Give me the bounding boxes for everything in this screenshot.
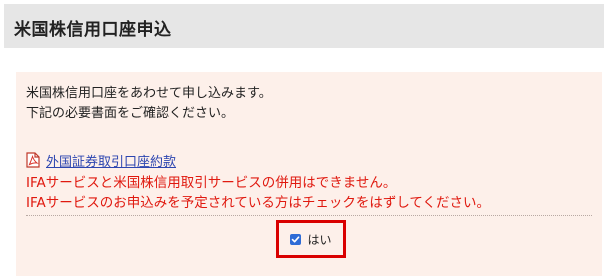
confirm-highlight-box: はい — [276, 220, 346, 258]
page: 米国株信用口座申込 米国株信用口座をあわせて申し込みます。 下記の必要書面をご確… — [0, 0, 610, 280]
warning-line-1: IFAサービスと米国株信用取引サービスの併用はできません。 — [26, 175, 397, 191]
intro-line-1: 米国株信用口座をあわせて申し込みます。 — [26, 86, 272, 101]
intro-text: 米国株信用口座をあわせて申し込みます。 下記の必要書面をご確認ください。 — [26, 84, 272, 124]
foreign-securities-agreement-link[interactable]: 外国証券取引口座約款 — [46, 151, 176, 170]
warning-line-2: IFAサービスのお申込みを予定されている方はチェックをはずしてください。 — [26, 195, 491, 211]
dotted-divider — [26, 215, 592, 216]
pdf-icon — [26, 152, 40, 168]
checkmark-icon — [292, 235, 300, 242]
section-header: 米国株信用口座申込 — [4, 4, 604, 48]
confirm-checkbox-label[interactable]: はい — [290, 231, 332, 248]
confirm-checkbox[interactable] — [290, 233, 302, 245]
confirm-label: はい — [307, 232, 332, 247]
application-panel: 米国株信用口座をあわせて申し込みます。 下記の必要書面をご確認ください。 外国証… — [16, 72, 602, 276]
document-link-row: 外国証券取引口座約款 — [26, 150, 176, 170]
page-title: 米国株信用口座申込 — [14, 20, 172, 40]
intro-line-2: 下記の必要書面をご確認ください。 — [26, 106, 235, 121]
warning-text: IFAサービスと米国株信用取引サービスの併用はできません。 IFAサービスのお申… — [26, 173, 490, 213]
